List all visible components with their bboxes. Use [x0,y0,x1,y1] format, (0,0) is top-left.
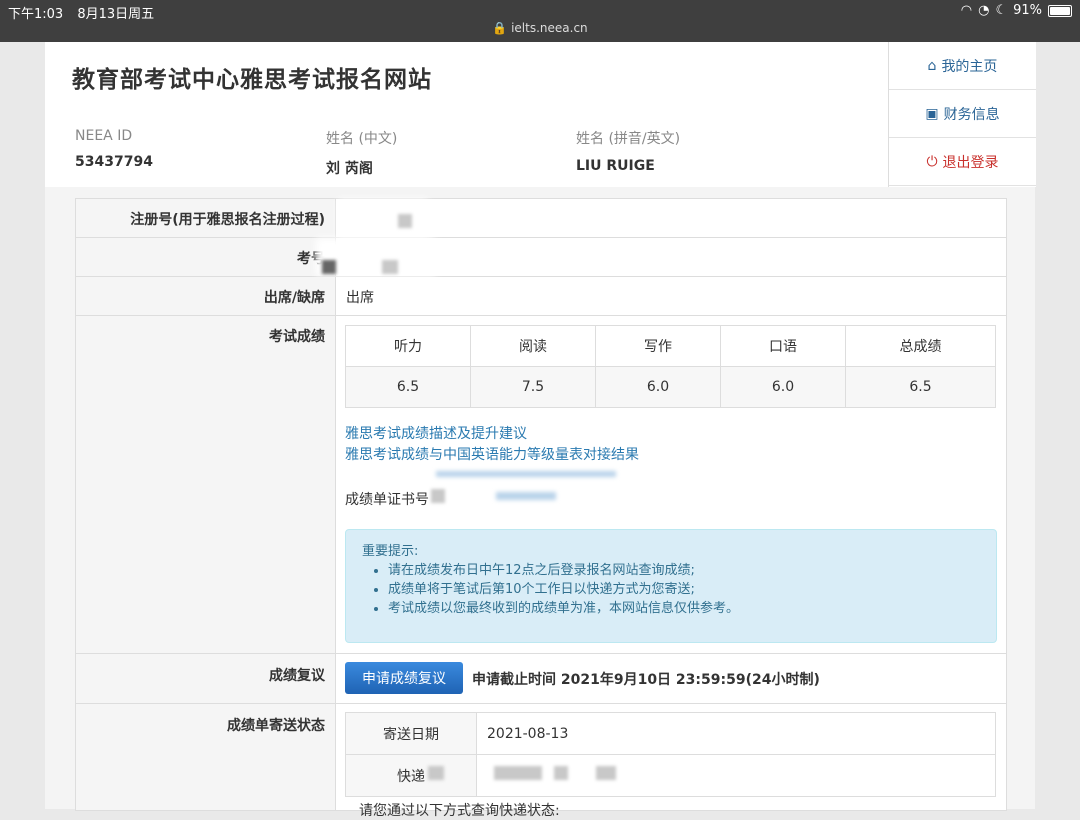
ship-date-value: 2021-08-13 [476,712,996,755]
score-header-listening: 听力 [345,325,471,367]
courier-query-text: 请您通过以下方式查询快递状态: [359,803,560,819]
name-cn-block: 姓名 (中文) 刘 芮阁 [326,128,397,178]
nav-finance-label: 财务信息 [943,106,1000,123]
moon-icon: ☾ [995,3,1008,18]
redaction [382,260,398,274]
row-label-cell: 成绩复议 [76,654,336,703]
row-shipping: 成绩单寄送状态 寄送日期 2021-08-13 快递 请您通过以下方式查询快递状… [76,704,1006,819]
name-en-block: 姓名 (拼音/英文) LIU RUIGE [576,128,680,174]
redaction [436,471,616,477]
apply-review-button[interactable]: 申请成绩复议 [345,662,463,694]
name-cn-label: 姓名 (中文) [326,131,398,147]
scores-table: 听力 阅读 写作 口语 总成绩 6.5 7.5 6.0 6.0 6.5 [345,325,996,408]
review-deadline: 申请截止时间 2021年9月10日 23:59:59(24小时制) [472,672,820,688]
briefcase-icon: ▣ [925,105,939,122]
row-exam-number: 考号 [76,238,1006,277]
page: 教育部考试中心雅思考试报名网站 NEEA ID 53437794 姓名 (中文)… [45,42,1036,819]
score-header-speaking: 口语 [720,325,846,367]
scores-value-row: 6.5 7.5 6.0 6.0 6.5 [345,366,996,408]
neea-id-label: NEEA ID [75,128,133,144]
row-label-cell: 考试成绩 [76,316,336,653]
address-bar[interactable]: 🔒 ielts.neea.cn [0,21,1080,35]
attendance-value: 出席 [346,290,374,306]
notice-title: 重要提示: [362,544,419,559]
row-review: 成绩复议 申请成绩复议 申请截止时间 2021年9月10日 23:59:59(2… [76,654,1006,704]
name-cn-value: 刘 芮阁 [326,161,373,177]
attendance-label: 出席/缺席 [263,290,325,306]
home-icon: ⌂ [927,57,937,74]
redaction [496,492,556,500]
redaction [431,489,445,503]
battery-fill [1050,6,1071,15]
site-title: 教育部考试中心雅思考试报名网站 [72,67,432,93]
row-attendance: 出席/缺席 出席 [76,277,1006,316]
redaction [494,766,542,780]
redaction [322,260,336,274]
score-overall: 6.5 [845,366,996,408]
row-registration: 注册号(用于雅思报名注册过程) [76,199,1006,238]
nav-logout-label: 退出登录 [942,154,999,171]
lock-icon: 🔒 [492,21,508,35]
notice-list: 请在成绩发布日中午12点之后登录报名网站查询成绩; 成绩单将于笔试后第10个工作… [346,561,996,618]
ship-courier-label: 快递 [345,754,477,797]
url-text: ielts.neea.cn [511,21,588,35]
shipping-label: 成绩单寄送状态 [227,718,325,734]
redaction [596,766,616,780]
redaction [554,766,568,780]
shipping-table: 寄送日期 2021-08-13 快递 [345,712,996,797]
links-block: 雅思考试成绩描述及提升建议 雅思考试成绩与中国英语能力等级量表对接结果 [345,424,639,466]
power-icon: ⏻ [926,153,938,170]
trf-number: 成绩单证书号 [345,489,429,509]
row-label-cell: 成绩单寄送状态 [76,704,336,810]
score-description-link[interactable]: 雅思考试成绩描述及提升建议 [345,424,639,445]
nav-logout[interactable]: ⏻ 退出登录 [889,138,1036,186]
review-label: 成绩复议 [269,668,325,684]
nav-finance[interactable]: ▣ 财务信息 [889,90,1036,138]
redaction [338,199,428,237]
row-scores: 考试成绩 听力 阅读 写作 口语 总成绩 6.5 7.5 6.0 6.0 6.5 [76,316,1006,654]
nav-home-label: 我的主页 [941,58,998,75]
score-writing: 6.0 [595,366,721,408]
important-notice: 重要提示: 请在成绩发布日中午12点之后登录报名网站查询成绩; 成绩单将于笔试后… [345,529,997,643]
right-nav: ⌂ 我的主页 ▣ 财务信息 ⏻ 退出登录 [888,42,1036,187]
score-details: 注册号(用于雅思报名注册过程) 考号 出席/缺席 出席 考试成绩 听力 阅读 写… [75,198,1007,819]
notice-item: 请在成绩发布日中午12点之后登录报名网站查询成绩; [388,561,996,580]
wifi-icon: ◠ [960,3,973,18]
score-header-overall: 总成绩 [845,325,996,367]
ship-date-row: 寄送日期 2021-08-13 [345,712,996,755]
cse-link[interactable]: 雅思考试成绩与中国英语能力等级量表对接结果 [345,445,639,466]
header: 教育部考试中心雅思考试报名网站 NEEA ID 53437794 姓名 (中文)… [45,42,888,187]
rotation-lock-icon: ◔ [978,3,990,18]
neea-id-value: 53437794 [75,154,153,170]
status-time: 下午1:03 [8,7,64,22]
score-reading: 7.5 [470,366,596,408]
score-header-writing: 写作 [595,325,721,367]
battery-percent: 91% [1013,3,1042,18]
scores-header-row: 听力 阅读 写作 口语 总成绩 [345,325,996,367]
notice-item: 成绩单将于笔试后第10个工作日以快递方式为您寄送; [388,580,996,599]
registration-label: 注册号(用于雅思报名注册过程) [130,212,325,228]
status-date: 8月13日周五 [77,7,155,22]
battery-icon [1048,4,1072,17]
row-label-cell: 考号 [76,238,336,276]
ship-date-label: 寄送日期 [345,712,477,755]
status-left: 下午1:03 8月13日周五 [8,3,164,22]
nav-home[interactable]: ⌂ 我的主页 [889,42,1036,90]
score-header-reading: 阅读 [470,325,596,367]
score-listening: 6.5 [345,366,471,408]
redaction [428,766,444,780]
score-speaking: 6.0 [720,366,846,408]
trf-label: 成绩单证书号 [345,492,429,508]
row-label-cell: 出席/缺席 [76,277,336,315]
scores-label: 考试成绩 [269,329,325,345]
name-en-value: LIU RUIGE [576,158,655,174]
redaction [398,214,412,228]
name-en-label: 姓名 (拼音/英文) [576,131,681,147]
row-label-cell: 注册号(用于雅思报名注册过程) [76,199,336,237]
notice-item: 考试成绩以您最终收到的成绩单为准，本网站信息仅供参考。 [388,599,996,618]
status-right: ◠ ◔ ☾ 91% [961,3,1072,18]
neea-id-block: NEEA ID 53437794 [75,128,153,170]
status-bar: 下午1:03 8月13日周五 🔒 ielts.neea.cn ◠ ◔ ☾ 91% [0,0,1080,42]
